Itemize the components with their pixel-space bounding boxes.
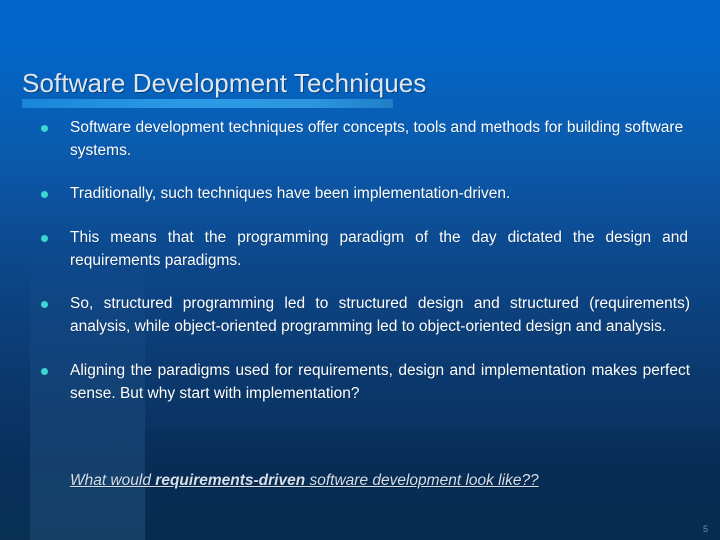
closing-text-lead: What would [70, 472, 156, 489]
presentation-slide: Software Development Techniques Software… [0, 0, 720, 540]
page-title: Software Development Techniques [22, 68, 427, 98]
bullet-dot-icon [41, 301, 48, 308]
list-item-text: Aligning the paradigms used for requirem… [70, 362, 690, 402]
bullet-dot-icon [41, 368, 48, 375]
list-item-text: This means that the programming paradigm… [70, 229, 688, 269]
list-item-text: Software development techniques offer co… [70, 119, 684, 159]
title-block: Software Development Techniques [22, 68, 682, 98]
list-item: Software development techniques offer co… [38, 116, 686, 162]
bullet-dot-icon [41, 235, 48, 242]
list-item: So, structured programming led to struct… [38, 292, 690, 338]
closing-question: What would requirements-driven software … [70, 468, 670, 493]
list-item: This means that the programming paradigm… [38, 226, 688, 272]
closing-text-emphasis: requirements-driven [155, 472, 306, 489]
list-item-text: So, structured programming led to struct… [70, 295, 690, 335]
bullet-list: Software development techniques offer co… [38, 116, 690, 405]
list-item-text: Traditionally, such techniques have been… [70, 185, 511, 202]
list-item: Aligning the paradigms used for requirem… [38, 359, 690, 405]
bullet-dot-icon [41, 191, 48, 198]
title-underline-bar [22, 99, 393, 108]
list-item: Traditionally, such techniques have been… [38, 182, 686, 205]
closing-text-tail: software development look like?? [305, 472, 539, 489]
slide-number: 5 [702, 524, 708, 534]
bullet-dot-icon [41, 125, 48, 132]
